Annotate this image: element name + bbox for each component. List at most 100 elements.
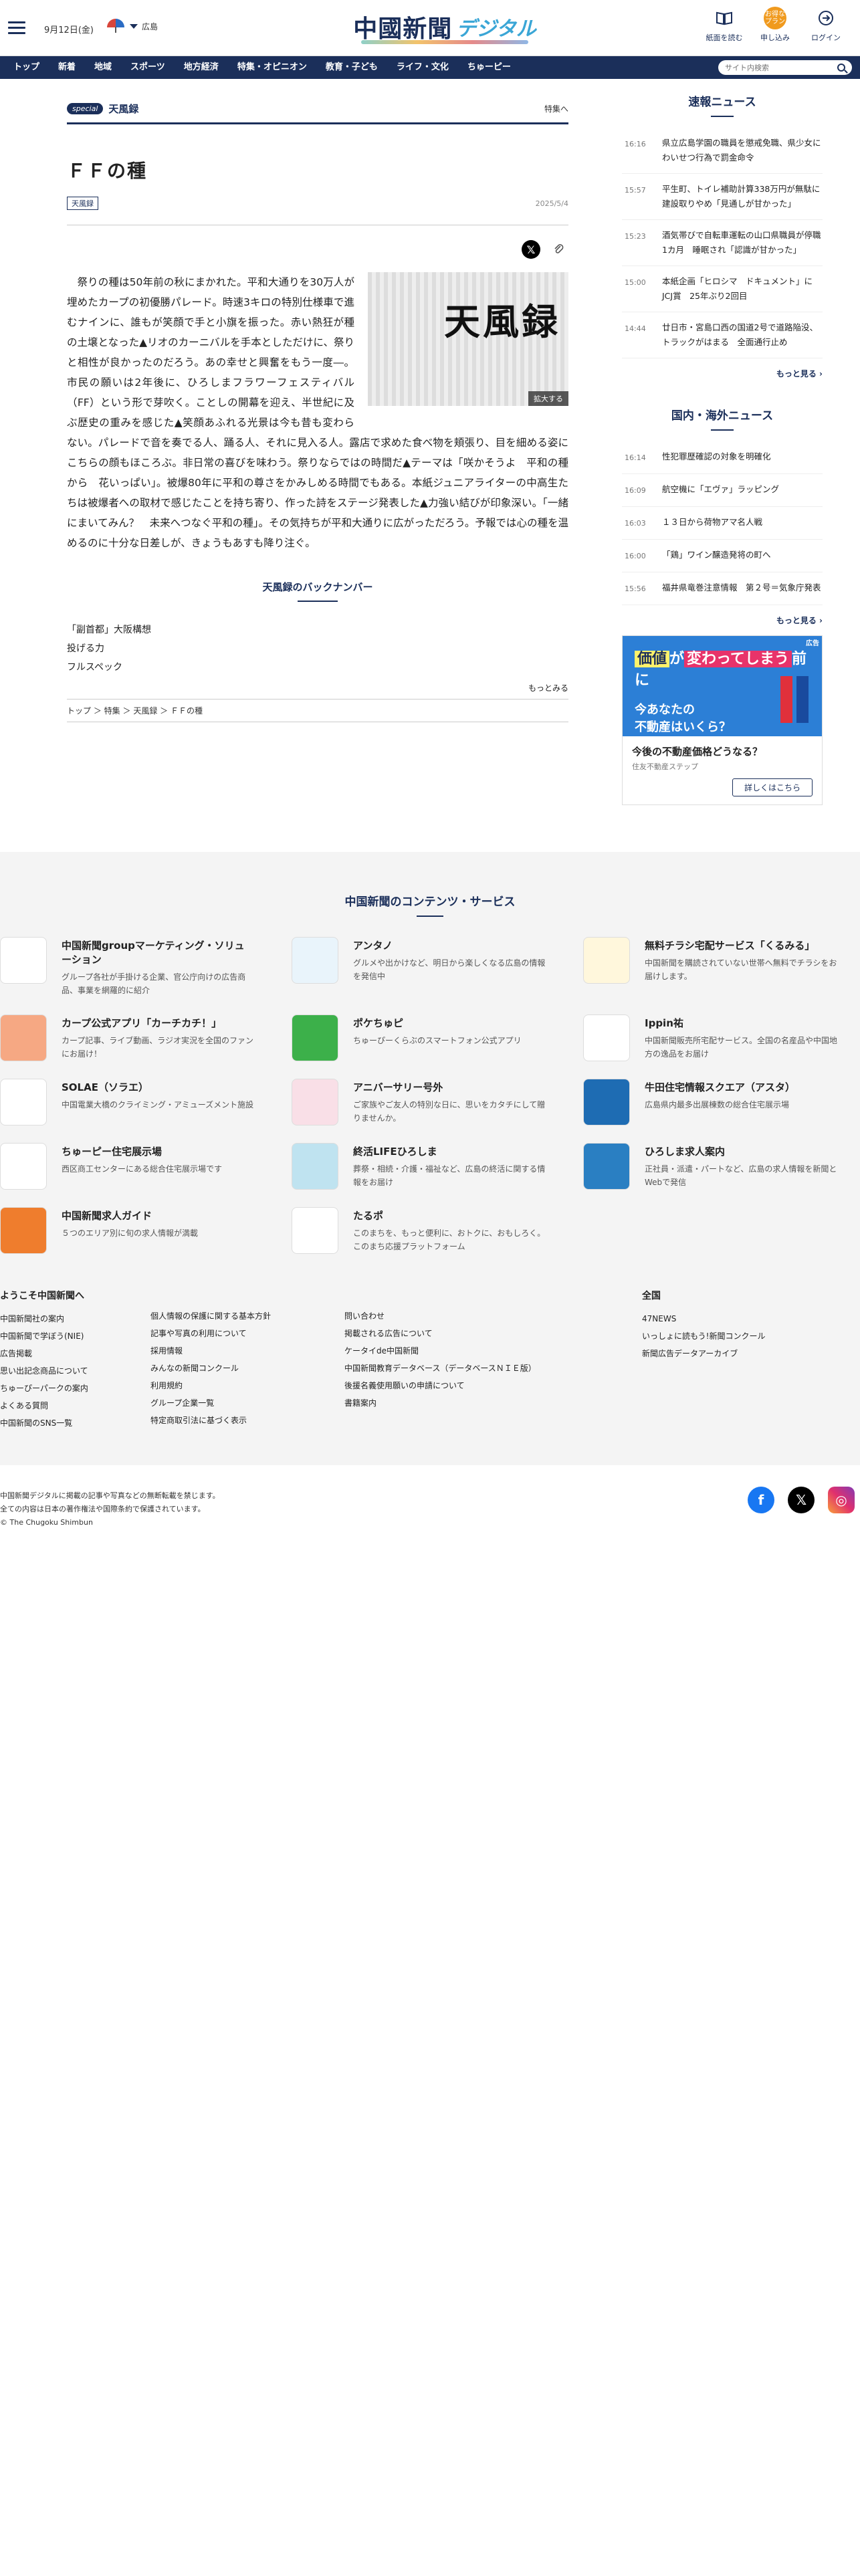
logo-main: 中國新聞 xyxy=(353,15,453,43)
copy-link-icon[interactable] xyxy=(550,240,568,259)
service-name: 牛田住宅情報スクエア（アスタ） xyxy=(645,1081,796,1093)
service-item[interactable]: 中国新聞求人ガイド ５つのエリア別に旬の求人情報が満載 xyxy=(0,1207,254,1254)
service-item[interactable]: 無料チラシ宅配サービス「くるみる」 中国新聞を購読されていない世帯へ無料でチラシを… xyxy=(583,937,837,997)
service-name: ひろしま求人案内 xyxy=(645,1146,726,1158)
service-item[interactable]: ひろしま求人案内 正社員・派遣・パートなど、広島の求人情報を新聞とWebで発信 xyxy=(583,1143,837,1190)
weather-widget[interactable]: 広島 xyxy=(107,19,158,33)
nav-item-education[interactable]: 教育・子ども xyxy=(316,56,387,79)
footer-link[interactable]: 後援名義使用願いの申請について xyxy=(344,1377,642,1394)
special-link[interactable]: 特集へ xyxy=(544,103,568,114)
nav-item-sports[interactable]: スポーツ xyxy=(121,56,175,79)
news-item[interactable]: 14:44 廿日市・宮島口西の国道2号で道路陥没、トラックがはまる 全面通行止め xyxy=(622,312,823,358)
article-photo[interactable]: 天風録 拡大する xyxy=(368,272,568,406)
footer-link[interactable]: みんなの新聞コンクール xyxy=(150,1360,344,1377)
news-item[interactable]: 16:16 県立広島学園の職員を懲戒免職、県少女にわいせつ行為で罰金命令 xyxy=(622,128,823,174)
news-item[interactable]: 15:57 平生町、トイレ補助計算338万円が無駄に 建設取りやめ「見通しが甘かっ… xyxy=(622,174,829,220)
umbrella-icon xyxy=(107,19,126,33)
read-paper-button[interactable]: 紙面を読む xyxy=(705,7,744,43)
service-item[interactable]: アニバーサリー号外 ご家族やご友人の特別な日に、思いをカタチにして贈りませんか。 xyxy=(292,1079,546,1125)
service-item[interactable]: ちゅーピー住宅展示場 西区商工センターにある総合住宅展示場です xyxy=(0,1143,254,1190)
service-item[interactable]: 終活LIFEひろしま 葬祭・相続・介護・福祉など、広島の終活に関する情報をお届け xyxy=(292,1143,546,1190)
nav-item-life[interactable]: ライフ・文化 xyxy=(387,56,458,79)
menu-icon[interactable] xyxy=(8,21,25,35)
footer-link[interactable]: 特定商取引法に基づく表示 xyxy=(150,1412,344,1429)
service-item[interactable]: 中国新聞groupマーケティング・ソリューション グループ各社が手掛ける企業、官公… xyxy=(0,937,254,997)
apply-button[interactable]: お得なプラン 申し込み xyxy=(756,7,794,43)
news-item[interactable]: 16:03 １３日から荷物アマ名人戦 xyxy=(622,507,823,540)
breaking-list: 16:16 県立広島学園の職員を懲戒免職、県少女にわいせつ行為で罰金命令 15:5… xyxy=(622,128,829,358)
ad-detail-button[interactable]: 詳しくはこちら xyxy=(732,778,813,796)
footer-link[interactable]: ケータイde中国新聞 xyxy=(344,1342,642,1360)
footer-link[interactable]: 広告掲載 xyxy=(0,1345,150,1362)
footer-link[interactable]: 書籍案内 xyxy=(344,1394,642,1412)
service-item[interactable]: たるポ このまちを、もっと便利に、おトクに、おもしろく。このまち応援プラットフォー… xyxy=(292,1207,546,1254)
backnumber-more-link[interactable]: もっとみる xyxy=(67,682,568,700)
login-icon xyxy=(815,7,837,29)
news-item[interactable]: 15:00 本紙企画「ヒロシマ ドキュメント」にJCJ賞 25年ぶり2回目 xyxy=(622,266,823,312)
nav-item-economy[interactable]: 地方経済 xyxy=(175,56,228,79)
footer-link[interactable]: 新聞広告データアーカイブ xyxy=(642,1345,843,1362)
breadcrumb-item[interactable]: トップ xyxy=(67,706,91,716)
footer-link[interactable]: 掲載される広告について xyxy=(344,1325,642,1342)
footer-link[interactable]: 採用情報 xyxy=(150,1342,344,1360)
footer-link[interactable]: 利用規約 xyxy=(150,1377,344,1394)
service-item[interactable]: Ippin祐 中国新聞販売所宅配サービス。全国の名産品や中国地方の逸品をお届け xyxy=(583,1014,837,1061)
x-share-icon[interactable]: 𝕏 xyxy=(522,240,540,259)
footer-link[interactable]: よくある質問 xyxy=(0,1397,150,1414)
ad-banner[interactable]: 広告 価値が変わってしまう 前に 今あなたの 不動産はいくら？ 今後の不動産価格ど… xyxy=(622,635,823,805)
copyright-line: © The Chugoku Shimbun xyxy=(0,1518,93,1527)
footer-link[interactable]: 問い合わせ xyxy=(344,1307,642,1325)
backnumber-item[interactable]: フルスペック xyxy=(67,658,568,677)
footer-link[interactable]: 中国新聞で学ぼう(NIE) xyxy=(0,1327,150,1345)
article-title: ＦＦの種 xyxy=(67,160,148,182)
nav-item-chupy[interactable]: ちゅーピー xyxy=(458,56,520,79)
service-name: たるポ xyxy=(353,1210,384,1222)
backnumber-item[interactable]: 投げる力 xyxy=(67,639,568,658)
login-button[interactable]: ログイン xyxy=(807,7,845,43)
world-more-link[interactable]: もっと見る › xyxy=(622,615,823,626)
nav-item-region[interactable]: 地域 xyxy=(85,56,121,79)
breaking-more-link[interactable]: もっと見る › xyxy=(622,368,823,379)
footer-link[interactable]: 中国新聞のSNS一覧 xyxy=(0,1414,150,1432)
service-item[interactable]: ポケちゅピ ちゅーぴーくらぶのスマートフォン公式アプリ xyxy=(292,1014,546,1061)
global-nav: トップ 新着 地域 スポーツ 地方経済 特集・オピニオン 教育・子ども ライフ・… xyxy=(0,56,860,79)
news-item[interactable]: 16:00 「鶏」ワイン醸造発将の町へ xyxy=(622,540,823,572)
facebook-icon[interactable]: f xyxy=(748,1487,774,1513)
footer-link[interactable]: 個人情報の保護に関する基本方針 xyxy=(150,1307,344,1325)
x-icon[interactable]: 𝕏 xyxy=(788,1487,815,1513)
footer-link[interactable]: 中国新聞社の案内 xyxy=(0,1310,150,1327)
news-item[interactable]: 16:09 航空機に「エヴァ」ラッピング xyxy=(622,474,823,507)
site-logo[interactable]: 中國新聞 デジタル xyxy=(334,8,555,45)
special-title[interactable]: 天風録 xyxy=(108,102,138,116)
nav-item-opinion[interactable]: 特集・オピニオン xyxy=(228,56,316,79)
footer-link[interactable]: 思い出記念商品について xyxy=(0,1362,150,1380)
footer-link[interactable]: 記事や写真の利用について xyxy=(150,1325,344,1342)
news-headline: 酒気帯びで自転車運転の山口県職員が停職1カ月 睡眠され「認識が甘かった」 xyxy=(662,230,821,255)
news-item[interactable]: 16:14 性犯罪歴確認の対象を明確化 xyxy=(622,441,823,474)
backnumber-item[interactable]: 「副首都」大阪構想 xyxy=(67,621,568,639)
category-tag[interactable]: 天風録 xyxy=(67,197,98,210)
news-item[interactable]: 15:23 酒気帯びで自転車運転の山口県職員が停職1カ月 睡眠され「認識が甘かった… xyxy=(622,220,823,266)
weather-area: 広島 xyxy=(142,21,158,31)
service-desc: 中国電業大橋のクライミング・アミューズメント施設 xyxy=(62,1100,254,1109)
footer-link[interactable]: グループ企業一覧 xyxy=(150,1394,344,1412)
search-input[interactable] xyxy=(725,63,832,72)
footer-link[interactable]: いっしょに読もう!新聞コンクール xyxy=(642,1327,843,1345)
service-item[interactable]: SOLAE（ソラエ） 中国電業大橋のクライミング・アミューズメント施設 xyxy=(0,1079,254,1125)
breadcrumb-item[interactable]: 特集 xyxy=(104,706,120,716)
zoom-button[interactable]: 拡大する xyxy=(528,391,568,406)
news-item[interactable]: 15:56 福井県竜巻注意情報 第２号＝気象庁発表 xyxy=(622,572,823,605)
search-icon[interactable] xyxy=(837,64,845,72)
service-item[interactable]: アンタノ グルメや出かけなど、明日から楽しくなる広島の情報を発信中 xyxy=(292,937,546,997)
service-item[interactable]: 牛田住宅情報スクエア（アスタ） 広島県内最多出展棟数の総合住宅展示場 xyxy=(583,1079,837,1125)
copyright: 中国新聞デジタルに掲載の記事や写真などの無断転載を禁じます。 全ての内容は日本の… xyxy=(0,1489,860,1529)
footer-link[interactable]: ちゅーぴーパークの案内 xyxy=(0,1380,150,1397)
footer-link[interactable]: 47NEWS xyxy=(642,1310,843,1327)
nav-item-new[interactable]: 新着 xyxy=(49,56,85,79)
footer-link[interactable]: 中国新聞教育データベース（データベースＮＩＥ版） xyxy=(344,1360,642,1377)
breadcrumb-item[interactable]: 天風録 xyxy=(133,706,157,716)
current-date: 9月12日(金) xyxy=(44,25,94,35)
instagram-icon[interactable]: ◎ xyxy=(828,1487,855,1513)
service-item[interactable]: カープ公式アプリ「カーチカチ！」 カープ記事、ライブ動画、ラジオ実況を全国のファン… xyxy=(0,1014,254,1061)
nav-item-top[interactable]: トップ xyxy=(4,56,49,79)
